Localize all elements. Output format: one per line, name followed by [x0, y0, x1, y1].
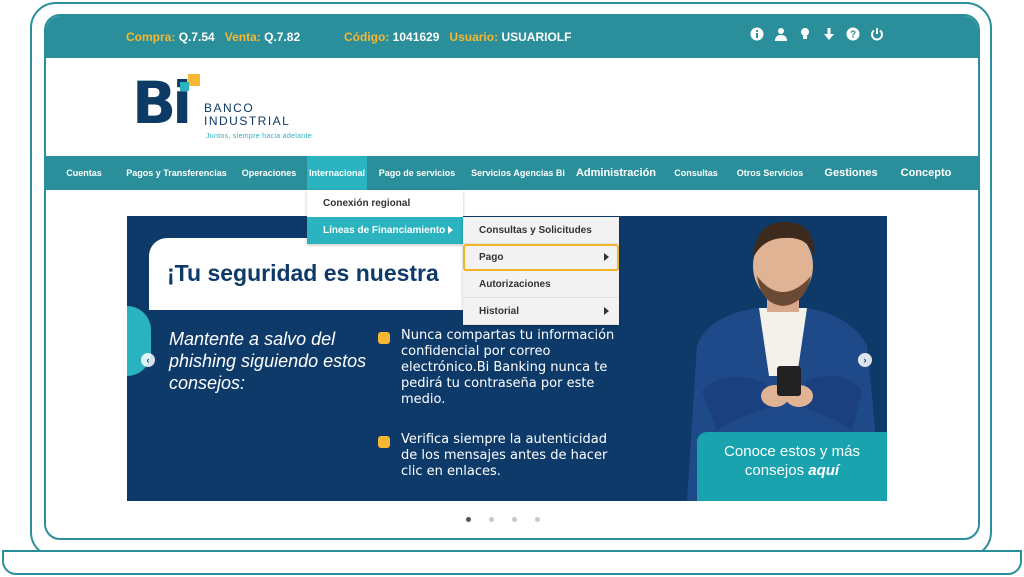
bullet-icon — [378, 332, 390, 344]
download-icon[interactable] — [822, 27, 836, 41]
cta-line2: consejos aquí — [697, 461, 887, 480]
chevron-right-icon — [604, 253, 609, 261]
menu-item-label: Historial — [479, 305, 520, 317]
cta-line1: Conoce estos y más — [724, 443, 860, 460]
carousel-dot[interactable] — [512, 517, 517, 522]
carousel-dot[interactable] — [489, 517, 494, 522]
chevron-right-icon — [448, 226, 453, 234]
brand-slogan: Juntos, siempre hacia adelante — [206, 133, 312, 140]
menu-item-consultas-solicitudes[interactable]: Consultas y Solicitudes — [463, 217, 619, 244]
tip-2-text: Verifica siempre la autenticidad de los … — [401, 432, 608, 479]
logo-square-teal — [180, 82, 189, 91]
carousel-indicators — [466, 517, 540, 522]
menu-item-conexion-regional[interactable]: Conexión regional — [307, 190, 463, 217]
nav-otros-servicios[interactable]: Otros Servicios — [729, 156, 811, 190]
compra-value: Q.7.54 — [178, 30, 215, 44]
nav-gestiones[interactable]: Gestiones — [811, 156, 891, 190]
banner-title: ¡Tu seguridad es nuestra — [167, 260, 439, 286]
dropdown-lineas-financiamiento: Consultas y Solicitudes Pago Autorizacio… — [463, 217, 619, 325]
browser-screen: Compra: Q.7.54 Venta: Q.7.82 Código: 104… — [44, 14, 980, 540]
site-header: Bi BANCO INDUSTRIAL Juntos, siempre haci… — [46, 58, 978, 156]
cta-link[interactable]: aquí — [808, 462, 839, 479]
nav-consultas[interactable]: Consultas — [663, 156, 729, 190]
codigo-value: 1041629 — [392, 30, 440, 44]
cta-text: consejos — [744, 462, 805, 479]
codigo-label: Código: — [344, 30, 390, 44]
banner-title-card: ¡Tu seguridad es nuestra — [149, 238, 489, 310]
carousel-next-button[interactable]: › — [858, 353, 872, 367]
menu-item-label: Conexión regional — [323, 198, 411, 209]
banner-subtitle: Mantente a salvo del phishing siguiendo … — [169, 329, 367, 393]
menu-item-label: Pago — [479, 251, 504, 263]
lightbulb-icon[interactable] — [798, 27, 812, 41]
menu-item-historial[interactable]: Historial — [463, 298, 619, 325]
nav-pagos-transferencias[interactable]: Pagos y Transferencias — [122, 156, 231, 190]
banner-tip-2: Verifica siempre la autenticidad de los … — [378, 432, 621, 480]
brand-line2: INDUSTRIAL — [204, 114, 291, 128]
menu-item-pago[interactable]: Pago — [463, 244, 619, 271]
carousel-prev-button[interactable]: ‹ — [141, 353, 155, 367]
brand-name: BANCO INDUSTRIAL — [204, 102, 290, 128]
menu-item-label: Líneas de Financiamiento — [323, 225, 446, 236]
toolbar-icons: ? — [750, 27, 884, 41]
tip-1-text: Nunca compartas tu información confidenc… — [401, 328, 615, 407]
user-info: Código: 1041629 Usuario: USUARIOLF — [344, 30, 571, 44]
compra-label: Compra: — [126, 30, 176, 44]
menu-item-label: Consultas y Solicitudes — [479, 224, 592, 236]
power-icon[interactable] — [870, 27, 884, 41]
top-info-bar: Compra: Q.7.54 Venta: Q.7.82 Código: 104… — [46, 16, 978, 58]
svg-text:?: ? — [850, 30, 856, 41]
main-nav: Cuentas Pagos y Transferencias Operacion… — [46, 156, 978, 190]
logo-square-yellow — [188, 74, 200, 86]
bank-logo[interactable]: Bi — [132, 74, 200, 132]
nav-operaciones[interactable]: Operaciones — [231, 156, 307, 190]
carousel-dot[interactable] — [466, 517, 471, 522]
dropdown-internacional: Conexión regional Líneas de Financiamien… — [307, 190, 463, 244]
usuario-value: USUARIOLF — [501, 30, 572, 44]
chevron-right-icon — [604, 307, 609, 315]
laptop-base — [2, 550, 1022, 575]
venta-label: Venta: — [224, 30, 261, 44]
banner-cta[interactable]: Conoce estos y más consejos aquí — [697, 432, 887, 501]
info-icon[interactable] — [750, 27, 764, 41]
nav-servicios-agencias[interactable]: Servicios Agencias Bi — [467, 156, 569, 190]
nav-cuentas[interactable]: Cuentas — [46, 156, 122, 190]
carousel-dot[interactable] — [535, 517, 540, 522]
menu-item-label: Autorizaciones — [479, 278, 551, 290]
nav-concepto[interactable]: Concepto — [891, 156, 961, 190]
venta-value: Q.7.82 — [264, 30, 301, 44]
usuario-label: Usuario: — [449, 30, 499, 44]
menu-item-autorizaciones[interactable]: Autorizaciones — [463, 271, 619, 298]
menu-item-lineas-financiamiento[interactable]: Líneas de Financiamiento — [307, 217, 463, 244]
nav-pago-servicios[interactable]: Pago de servicios — [367, 156, 467, 190]
nav-administracion[interactable]: Administración — [569, 156, 663, 190]
bullet-icon — [378, 436, 390, 448]
user-icon[interactable] — [774, 27, 788, 41]
nav-internacional[interactable]: Internacional — [307, 156, 367, 190]
exchange-rate: Compra: Q.7.54 Venta: Q.7.82 — [126, 30, 300, 44]
help-icon[interactable]: ? — [846, 27, 860, 41]
banner-tip-1: Nunca compartas tu información confidenc… — [378, 328, 621, 408]
